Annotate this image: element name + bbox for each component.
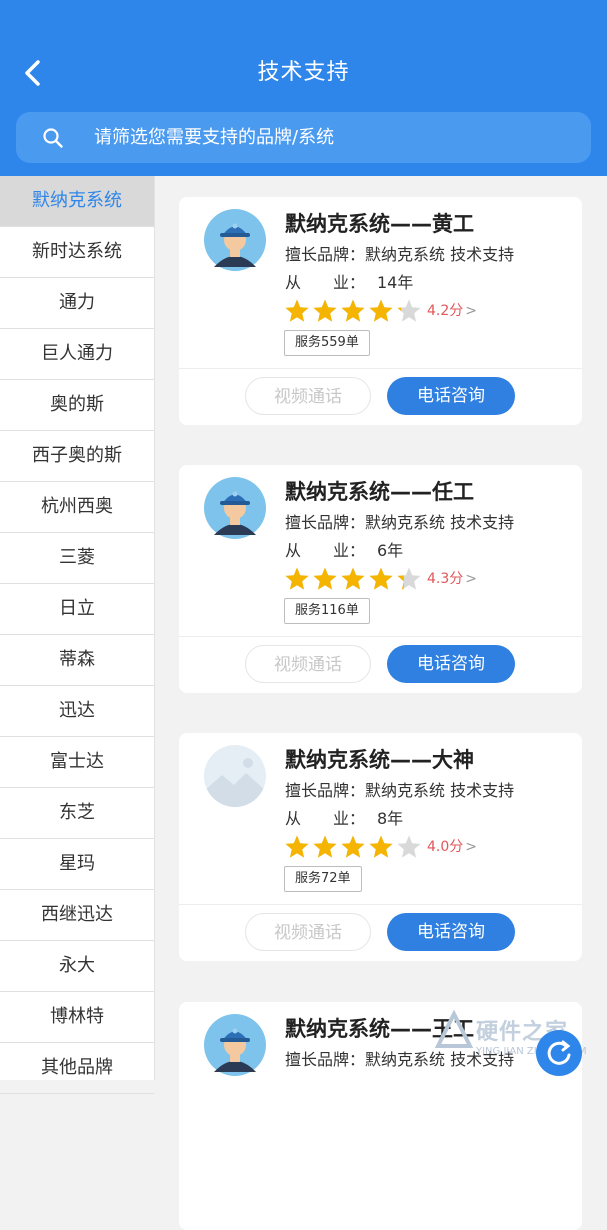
years-value: 14年 (377, 273, 414, 292)
phone-consult-button[interactable]: 电话咨询 (387, 377, 515, 415)
sidebar-item-brilliant[interactable]: 博林特 (0, 992, 154, 1043)
sidebar-item-mitsubishi[interactable]: 三菱 (0, 533, 154, 584)
rating-stars (284, 834, 424, 860)
search-icon (43, 128, 63, 148)
rating-score: 4.0分 (427, 839, 464, 855)
chevron-right-icon: > (465, 571, 477, 587)
service-count-badge: 服务72单 (284, 866, 362, 892)
star-icon (341, 835, 365, 858)
page-title: 技术支持 (257, 60, 350, 85)
star-icon (341, 567, 365, 590)
expert-brand: 擅长品牌：默纳克系统 技术支持 (285, 1049, 514, 1071)
sidebar-item-hangzhou-xiao[interactable]: 杭州西奥 (0, 482, 154, 533)
expert-brand: 擅长品牌：默纳克系统 技术支持 (285, 512, 514, 534)
star-icon (285, 835, 309, 858)
brand-value: 默纳克系统 技术支持 (365, 245, 515, 264)
header-bar: 技术支持 (0, 0, 607, 176)
brand-sidebar: 默纳克系统 新时达系统 通力 巨人通力 奥的斯 西子奥的斯 杭州西奥 三菱 日立… (0, 176, 155, 1094)
expert-name: 默纳克系统——大神 (285, 748, 474, 772)
video-call-button[interactable]: 视频通话 (245, 645, 371, 683)
expert-list: 默纳克系统——黄工 擅长品牌：默纳克系统 技术支持 从 业： 14年 4.2分 > … (155, 176, 607, 1230)
sidebar-item-giant-kone[interactable]: 巨人通力 (0, 329, 154, 380)
brand-label: 擅长品牌： (285, 513, 366, 532)
card-divider (179, 368, 582, 369)
expert-name: 默纳克系统——黄工 (285, 212, 474, 236)
rating-link[interactable]: 4.2分 > (427, 300, 477, 322)
expert-card[interactable]: 默纳克系统——黄工 擅长品牌：默纳克系统 技术支持 从 业： 14年 4.2分 > … (179, 197, 582, 425)
sidebar-item-hitachi[interactable]: 日立 (0, 584, 154, 635)
sidebar-item-xiji-schindler[interactable]: 西继迅达 (0, 890, 154, 941)
expert-card[interactable]: 默纳克系统——大神 擅长品牌：默纳克系统 技术支持 从 业： 8年 4.0分 > 服… (179, 733, 582, 961)
sidebar-item-monarch[interactable]: 默纳克系统 (0, 176, 154, 227)
sidebar-item-sigma[interactable]: 星玛 (0, 839, 154, 890)
star-icon (397, 567, 421, 590)
technician-avatar-icon (204, 477, 266, 539)
star-icon (313, 299, 337, 322)
rating-link[interactable]: 4.3分 > (427, 568, 477, 590)
sidebar-item-yungtay[interactable]: 永大 (0, 941, 154, 992)
years-value: 8年 (377, 809, 404, 828)
video-call-button[interactable]: 视频通话 (245, 377, 371, 415)
expert-name: 默纳克系统——王工 (285, 1017, 474, 1041)
expert-brand: 擅长品牌：默纳克系统 技术支持 (285, 244, 514, 266)
technician-avatar-icon (204, 209, 266, 271)
card-divider (179, 904, 582, 905)
years-label: 从 业： (285, 809, 366, 828)
sidebar-item-other[interactable]: 其他品牌 (0, 1043, 154, 1094)
brand-value: 默纳克系统 技术支持 (365, 781, 515, 800)
rating-stars (284, 566, 424, 592)
chevron-right-icon: > (465, 839, 477, 855)
rating-stars (284, 298, 424, 324)
expert-card[interactable]: 默纳克系统——王工 擅长品牌：默纳克系统 技术支持 (179, 1002, 582, 1230)
years-label: 从 业： (285, 541, 366, 560)
years-label: 从 业： (285, 273, 366, 292)
star-icon (313, 835, 337, 858)
star-icon (313, 567, 337, 590)
brand-value: 默纳克系统 技术支持 (365, 513, 515, 532)
phone-consult-button[interactable]: 电话咨询 (387, 645, 515, 683)
brand-label: 擅长品牌： (285, 245, 366, 264)
sidebar-item-fujitec[interactable]: 富士达 (0, 737, 154, 788)
sidebar-item-thyssen[interactable]: 蒂森 (0, 635, 154, 686)
expert-brand: 擅长品牌：默纳克系统 技术支持 (285, 780, 514, 802)
chevron-right-icon: > (465, 303, 477, 319)
star-icon (397, 299, 421, 322)
sidebar-item-xizi-otis[interactable]: 西子奥的斯 (0, 431, 154, 482)
brand-label: 擅长品牌： (285, 781, 366, 800)
service-count-badge: 服务559单 (284, 330, 370, 356)
sidebar-item-step[interactable]: 新时达系统 (0, 227, 154, 278)
service-count-badge: 服务116单 (284, 598, 370, 624)
expert-years: 从 业： 6年 (285, 540, 403, 562)
sidebar-item-toshiba[interactable]: 东芝 (0, 788, 154, 839)
refresh-icon (547, 1040, 571, 1065)
card-divider (179, 636, 582, 637)
brand-value: 默纳克系统 技术支持 (365, 1050, 515, 1069)
video-call-button[interactable]: 视频通话 (245, 913, 371, 951)
expert-years: 从 业： 8年 (285, 808, 403, 830)
years-value: 6年 (377, 541, 404, 560)
star-icon (369, 299, 393, 322)
rating-score: 4.3分 (427, 571, 464, 587)
star-icon (397, 835, 421, 858)
search-input[interactable] (94, 112, 574, 163)
sidebar-item-schindler[interactable]: 迅达 (0, 686, 154, 737)
star-icon (285, 567, 309, 590)
star-icon (285, 299, 309, 322)
phone-consult-button[interactable]: 电话咨询 (387, 913, 515, 951)
star-icon (369, 835, 393, 858)
search-bar[interactable] (16, 112, 591, 163)
star-icon (369, 567, 393, 590)
expert-card[interactable]: 默纳克系统——任工 擅长品牌：默纳克系统 技术支持 从 业： 6年 4.3分 > 服… (179, 465, 582, 693)
sidebar-item-otis[interactable]: 奥的斯 (0, 380, 154, 431)
brand-label: 擅长品牌： (285, 1050, 366, 1069)
star-icon (341, 299, 365, 322)
image-placeholder-icon (204, 745, 266, 807)
rating-score: 4.2分 (427, 303, 464, 319)
floating-action-button[interactable] (536, 1030, 582, 1076)
rating-link[interactable]: 4.0分 > (427, 836, 477, 858)
sidebar-item-kone[interactable]: 通力 (0, 278, 154, 329)
technician-avatar-icon (204, 1014, 266, 1076)
expert-years: 从 业： 14年 (285, 272, 413, 294)
expert-name: 默纳克系统——任工 (285, 480, 474, 504)
